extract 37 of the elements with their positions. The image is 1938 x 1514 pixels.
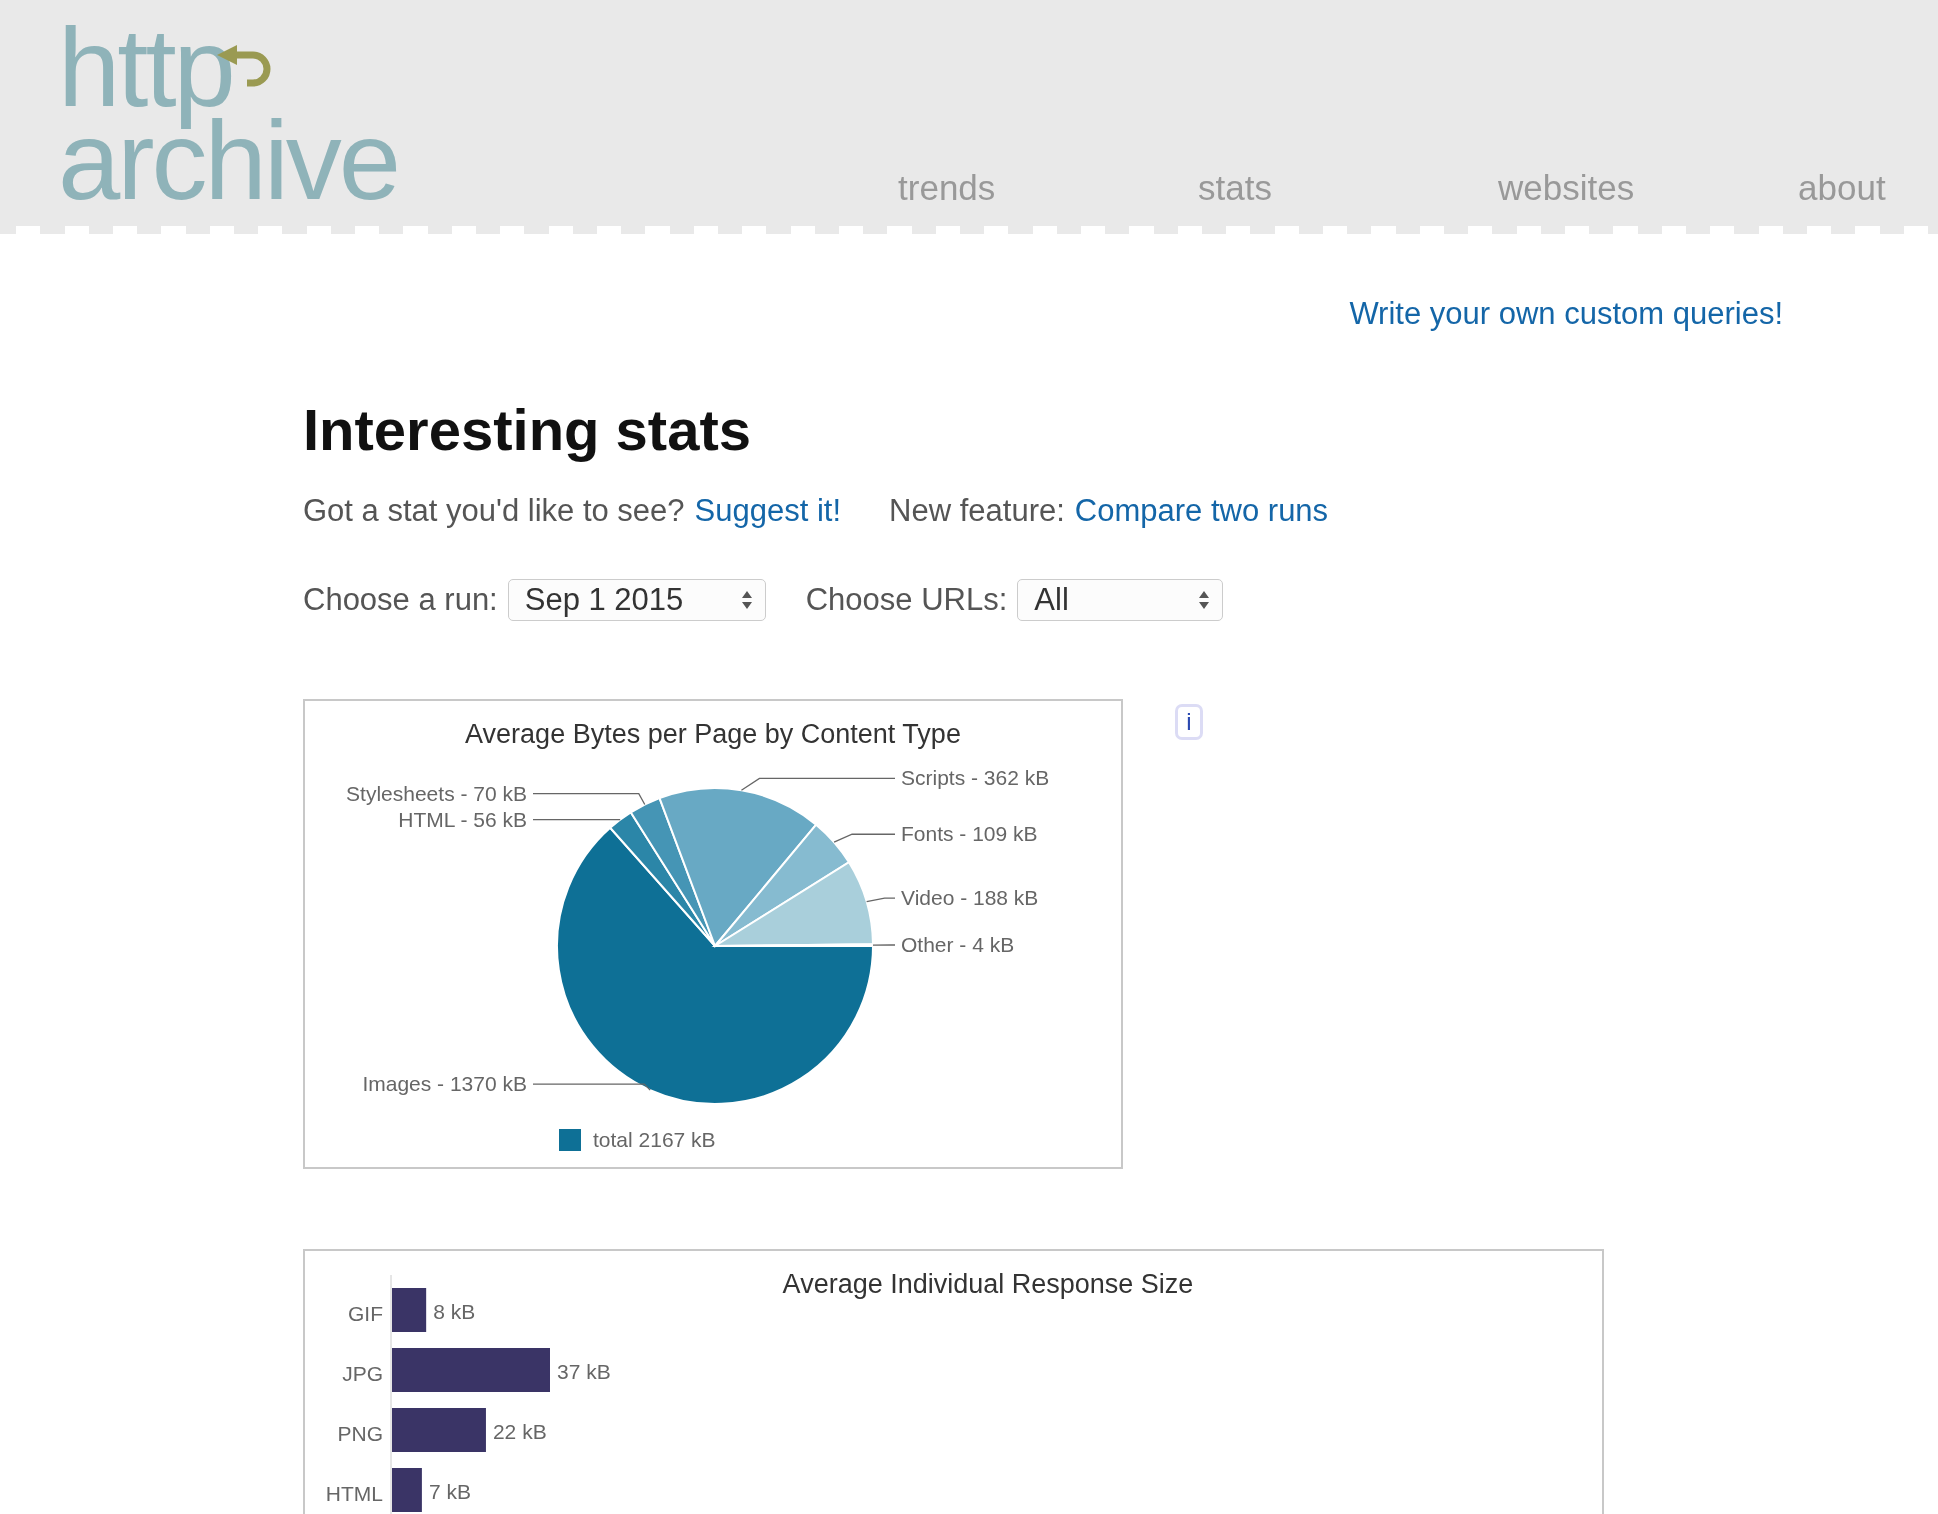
data-label: 7 kB <box>428 1480 471 1503</box>
data-label: Images - 1370 kB <box>362 1072 527 1096</box>
chart-title: Average Individual Response Size <box>782 1269 1194 1299</box>
axis-label: GIF <box>348 1302 383 1325</box>
legend-label: total 2167 kB <box>593 1128 716 1151</box>
axis-label: HTML <box>325 1482 383 1505</box>
data-label: Other - 4 kB <box>901 933 1015 956</box>
bar <box>392 1288 427 1332</box>
info-button[interactable]: i <box>1175 704 1203 740</box>
select-label: Choose a run: <box>303 582 498 618</box>
feature-text: New feature: <box>889 493 1065 529</box>
page-title: Interesting stats <box>303 396 752 463</box>
data-label: Video - 188 kB <box>901 886 1039 910</box>
up-down-arrows-icon <box>1198 589 1211 611</box>
select-field[interactable]: All <box>1017 579 1224 621</box>
up-down-arrows-icon <box>740 589 753 611</box>
data-label: HTML - 56 kB <box>398 807 527 831</box>
leader-line <box>833 833 896 843</box>
leader-line <box>865 897 896 903</box>
select-label: Choose URLs: <box>805 582 1008 618</box>
data-label: Scripts - 362 kB <box>901 766 1050 790</box>
axis-label: PNG <box>337 1422 383 1445</box>
compare-link[interactable]: Compare two runs <box>1074 493 1329 529</box>
axis-label: JPG <box>342 1362 383 1385</box>
legend-swatch <box>559 1129 581 1151</box>
custom-queries-link[interactable]: Write your own custom queries! <box>1349 296 1783 332</box>
bar <box>392 1468 422 1512</box>
data-label: 22 kB <box>492 1420 547 1443</box>
leader-line <box>872 944 896 946</box>
suggest-link[interactable]: Suggest it! <box>694 493 842 529</box>
data-label: Stylesheets - 70 kB <box>346 781 527 805</box>
select-field[interactable]: Sep 1 2015 <box>507 579 766 621</box>
chart-title: Average Bytes per Page by Content Type <box>465 719 961 749</box>
data-label: 37 kB <box>557 1360 611 1383</box>
intro-text: Got a stat you'd like to see? <box>303 493 685 529</box>
data-label: 8 kB <box>433 1300 476 1323</box>
data-label: Fonts - 109 kB <box>901 822 1038 846</box>
